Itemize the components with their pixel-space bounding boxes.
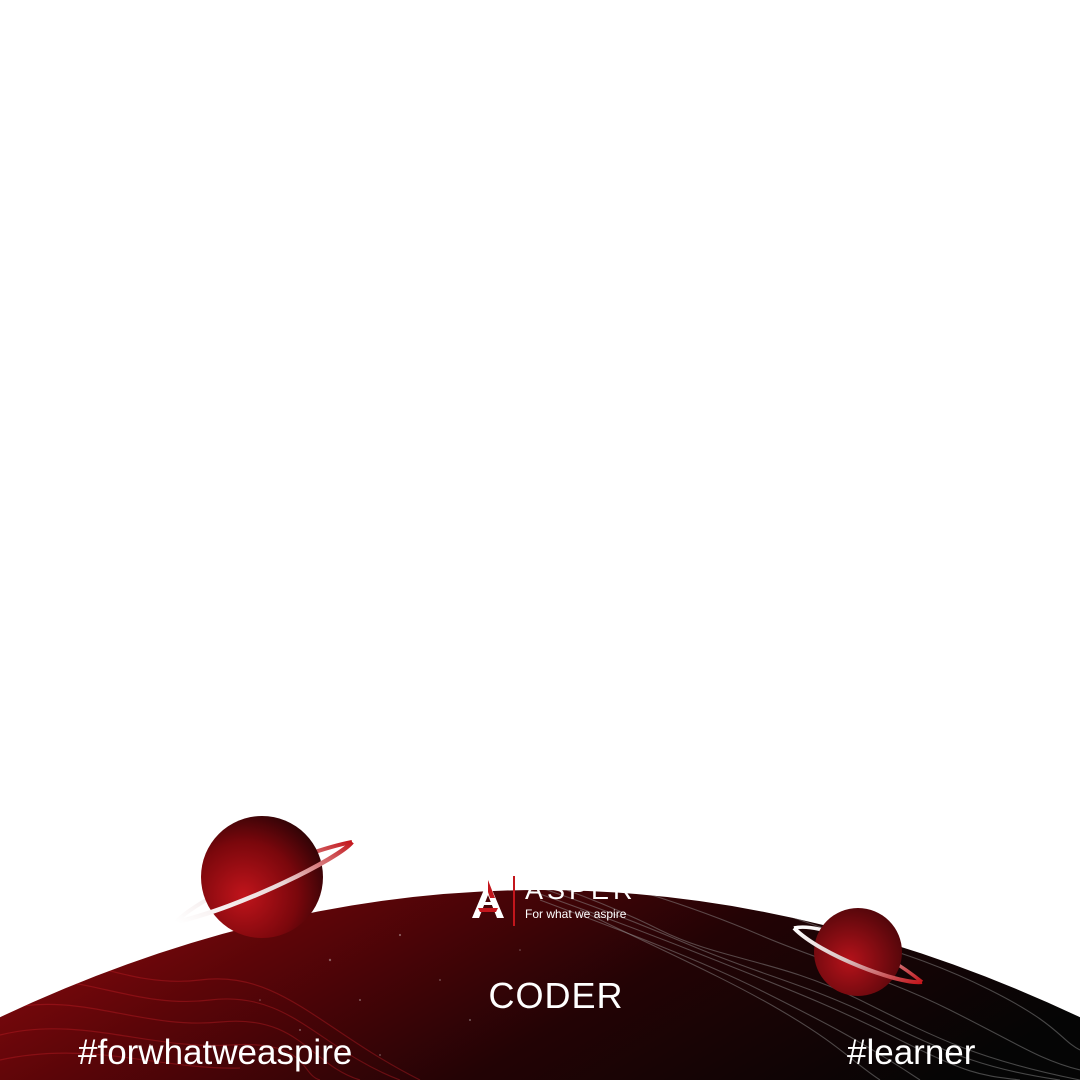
profile-frame: ASPER For what we aspire CODER #forwhatw… xyxy=(0,0,1080,1080)
hashtag-learner: #learner xyxy=(847,1033,976,1072)
role-label: CODER xyxy=(488,975,624,1016)
asper-brand-lockup: ASPER For what we aspire xyxy=(470,874,640,930)
brand-name: ASPER xyxy=(525,875,637,905)
hashtag-forwhatweaspire: #forwhatweaspire xyxy=(78,1033,353,1072)
brand-divider xyxy=(513,876,515,926)
brand-tagline: For what we aspire xyxy=(525,907,627,921)
asper-logo-icon xyxy=(472,880,504,918)
